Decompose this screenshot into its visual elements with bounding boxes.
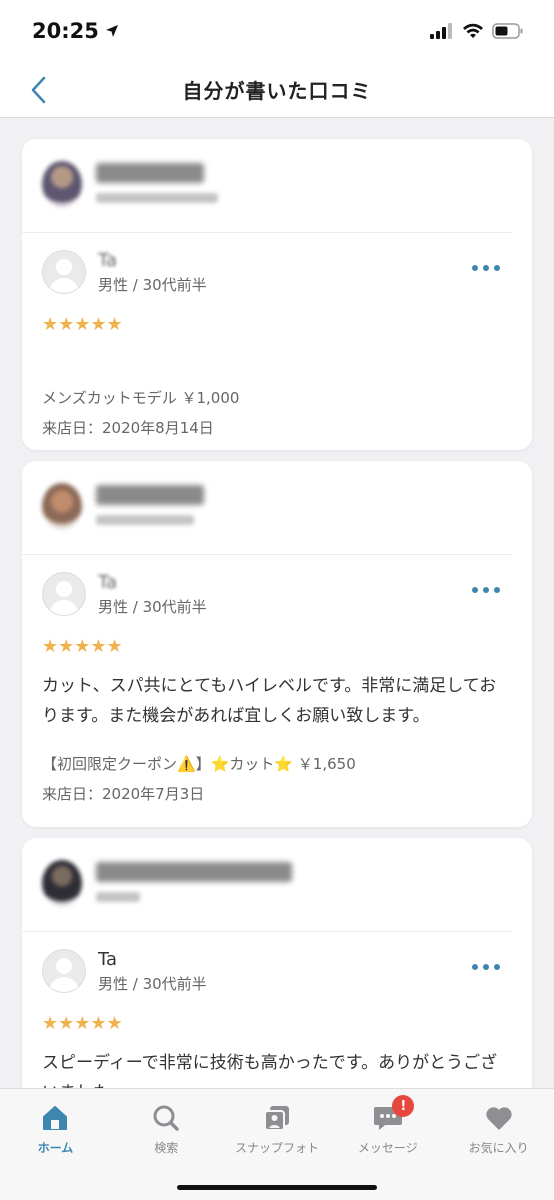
back-button[interactable] bbox=[20, 72, 56, 108]
status-bar: 20:25 bbox=[0, 0, 554, 62]
tab-snap-photo[interactable]: スナップフォト bbox=[222, 1089, 333, 1200]
tab-search[interactable]: 検索 bbox=[111, 1089, 222, 1200]
cellular-signal-icon bbox=[430, 23, 452, 39]
review-text: カット、スパ共にとてもハイレベルです。非常に満足しております。また機会があれば宜… bbox=[42, 676, 497, 726]
status-icons bbox=[430, 23, 524, 39]
more-options-button[interactable] bbox=[468, 960, 504, 974]
reviewer-name: Ta bbox=[98, 948, 118, 970]
location-arrow-icon bbox=[105, 25, 118, 37]
reviewer-name: Ta bbox=[98, 249, 118, 271]
stylist-name-redacted bbox=[96, 161, 218, 203]
home-indicator bbox=[177, 1185, 377, 1190]
rating-stars: ★★★★★ bbox=[42, 636, 123, 657]
tab-favorites[interactable]: お気に入り bbox=[443, 1089, 554, 1200]
tab-label: ホーム bbox=[37, 1141, 74, 1155]
stylist-info[interactable] bbox=[22, 461, 512, 555]
rating-stars: ★★★★★ bbox=[42, 314, 123, 335]
user-avatar bbox=[42, 572, 86, 616]
page-title: 自分が書いた口コミ bbox=[182, 79, 372, 103]
heart-icon bbox=[484, 1103, 514, 1133]
stylist-photo bbox=[42, 161, 82, 207]
coupon-name: メンズカットモデル ￥1,000 bbox=[42, 389, 240, 407]
tab-label: 検索 bbox=[154, 1141, 179, 1155]
clock-text: 20:25 bbox=[32, 19, 99, 43]
chevron-left-icon bbox=[31, 76, 46, 104]
tab-label: スナップフォト bbox=[234, 1141, 319, 1155]
wifi-icon bbox=[463, 23, 483, 38]
rating-stars: ★★★★★ bbox=[42, 1013, 123, 1034]
user-avatar bbox=[42, 250, 86, 294]
reviewer-row: Ta 男性 / 30代前半 bbox=[22, 932, 532, 1010]
reviewer-meta: 男性 / 30代前半 bbox=[98, 597, 207, 616]
navigation-bar: 自分が書いた口コミ bbox=[0, 62, 554, 118]
visit-date: 来店日：2020年7月3日 bbox=[42, 785, 205, 803]
battery-icon bbox=[492, 23, 523, 39]
review-card: Ta 男性 / 30代前半 ★★★★★ カット、スパ共にとてもハイレベルです。非… bbox=[22, 461, 532, 827]
review-list[interactable]: Ta 男性 / 30代前半 ★★★★★ メンズカットモデル ￥1,000 来店日… bbox=[0, 119, 554, 1088]
reviewer-row: Ta 男性 / 30代前半 bbox=[22, 233, 532, 311]
stylist-info[interactable] bbox=[22, 139, 512, 233]
snap-photo-icon bbox=[262, 1103, 292, 1133]
review-text: スピーディーで非常に技術も高かったです。ありがとうございました bbox=[42, 1053, 498, 1088]
user-avatar bbox=[42, 949, 86, 993]
more-options-button[interactable] bbox=[468, 261, 504, 275]
reviewer-name: Ta bbox=[98, 571, 118, 593]
tab-bar: ホーム 検索 スナップフォト ! メッセージ お気に入り bbox=[0, 1088, 554, 1200]
reviewer-meta: 男性 / 30代前半 bbox=[98, 974, 207, 993]
reviewer-meta: 男性 / 30代前半 bbox=[98, 275, 207, 294]
tab-home[interactable]: ホーム bbox=[0, 1089, 111, 1200]
tab-label: お気に入り bbox=[468, 1141, 529, 1155]
visit-date: 来店日：2020年8月14日 bbox=[42, 419, 214, 437]
stylist-name-redacted bbox=[96, 483, 204, 525]
stylist-photo bbox=[42, 860, 82, 906]
status-time: 20:25 bbox=[32, 19, 119, 43]
notification-badge: ! bbox=[392, 1095, 415, 1117]
tab-label: メッセージ bbox=[357, 1141, 418, 1155]
review-card: Ta 男性 / 30代前半 ★★★★★ スピーディーで非常に技術も高かったです。… bbox=[22, 838, 532, 1088]
stylist-name-redacted bbox=[96, 860, 292, 902]
stylist-photo bbox=[42, 483, 82, 529]
tab-message[interactable]: ! メッセージ bbox=[332, 1089, 443, 1200]
reviewer-row: Ta 男性 / 30代前半 bbox=[22, 555, 532, 633]
review-card: Ta 男性 / 30代前半 ★★★★★ メンズカットモデル ￥1,000 来店日… bbox=[22, 139, 532, 450]
coupon-name: 【初回限定クーポン⚠️】⭐️カット⭐️ ￥1,650 bbox=[42, 755, 356, 773]
search-icon bbox=[151, 1103, 181, 1133]
home-icon bbox=[40, 1103, 70, 1133]
more-options-button[interactable] bbox=[468, 583, 504, 597]
stylist-info[interactable] bbox=[22, 838, 512, 932]
